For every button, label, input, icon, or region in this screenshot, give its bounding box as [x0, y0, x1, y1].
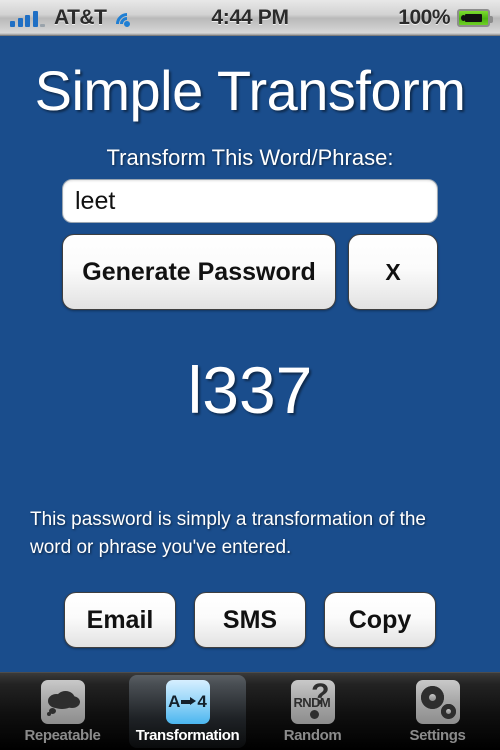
thought-cloud-icon — [40, 679, 85, 724]
tab-settings-label: Settings — [409, 726, 466, 744]
word-phrase-input[interactable] — [62, 179, 438, 223]
tab-bar: Repeatable A4 Transformation RNDM ? Rand… — [0, 672, 500, 750]
status-bar-right: 100% — [289, 5, 494, 30]
copy-button[interactable]: Copy — [324, 592, 436, 648]
signal-bars-icon — [10, 9, 45, 27]
status-bar-left: AT&T — [10, 5, 211, 40]
tab-random[interactable]: RNDM ? Random — [250, 673, 375, 750]
tab-repeatable[interactable]: Repeatable — [0, 673, 125, 750]
status-bar-center: 4:44 PM — [211, 5, 289, 30]
app-content: Simple Transform Transform This Word/Phr… — [0, 36, 500, 672]
battery-percent-label: 100% — [398, 5, 451, 29]
clear-button[interactable]: X — [348, 234, 438, 310]
battery-charging-icon — [457, 8, 494, 27]
clock-label: 4:44 PM — [211, 5, 289, 29]
generated-password-result: l337 — [187, 353, 313, 427]
status-bar: AT&T 4:44 PM 100% — [0, 0, 500, 40]
rndm-question-icon: RNDM ? — [290, 679, 335, 724]
description-text: This password is simply a transformation… — [30, 509, 426, 558]
a-to-4-icon: A4 — [165, 679, 210, 724]
generate-row: Generate Password X — [0, 223, 500, 310]
tab-repeatable-label: Repeatable — [24, 726, 101, 744]
action-button-row: Email SMS Copy — [0, 592, 500, 648]
tab-settings[interactable]: Settings — [375, 673, 500, 750]
carrier-label: AT&T — [54, 5, 107, 29]
sms-button[interactable]: SMS — [194, 592, 306, 648]
tab-random-label: Random — [283, 726, 342, 744]
page-title: Simple Transform — [34, 59, 466, 122]
tab-transformation[interactable]: A4 Transformation — [125, 673, 250, 750]
wifi-icon — [111, 7, 143, 40]
gears-icon — [415, 679, 460, 724]
input-field-label: Transform This Word/Phrase: — [106, 145, 394, 170]
email-button[interactable]: Email — [64, 592, 176, 648]
generate-password-button[interactable]: Generate Password — [62, 234, 336, 310]
input-row — [0, 171, 500, 223]
tab-transformation-label: Transformation — [135, 726, 240, 744]
phone-screen: AT&T 4:44 PM 100% Simple Transform Trans… — [0, 0, 500, 750]
